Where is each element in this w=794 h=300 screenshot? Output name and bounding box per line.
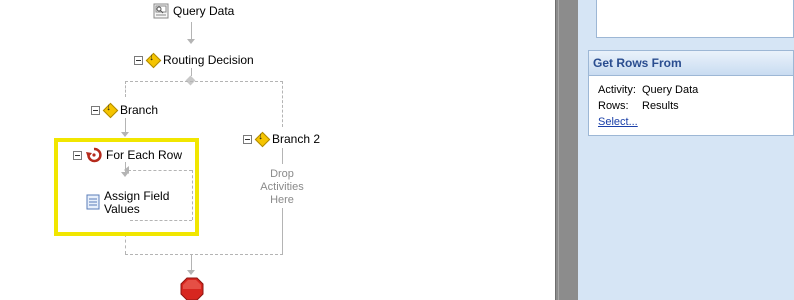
branch-merge-line xyxy=(125,254,283,255)
branch-icon xyxy=(104,102,116,116)
branch-split-line xyxy=(125,81,283,82)
selection-highlight xyxy=(54,138,199,236)
workflow-designer-canvas[interactable]: Query Data Routing Decision Branch Branc… xyxy=(0,0,555,300)
routing-decision-label: Routing Decision xyxy=(163,53,254,67)
activity-key: Activity: xyxy=(598,84,636,96)
stop-icon[interactable] xyxy=(180,277,204,300)
drop-text-line: Drop xyxy=(270,168,294,180)
rows-row: Rows: Results xyxy=(598,98,793,114)
connector-line xyxy=(125,81,126,97)
connector-arrow xyxy=(187,270,195,275)
query-data-label: Query Data xyxy=(173,4,235,18)
panel-splitter[interactable] xyxy=(555,0,579,300)
branch2-label: Branch 2 xyxy=(272,132,321,146)
collapse-routing-decision-icon[interactable] xyxy=(134,55,143,65)
connector-line xyxy=(282,208,283,254)
decision-icon xyxy=(147,52,159,66)
drop-text-line: Activities xyxy=(260,181,304,193)
connector-line xyxy=(191,22,192,40)
rows-key: Rows: xyxy=(598,100,629,112)
group-title: Get Rows From xyxy=(589,51,793,76)
connector-arrow xyxy=(121,132,129,137)
branch-activity[interactable]: Branch xyxy=(91,102,159,117)
get-rows-from-group: Get Rows From Activity: Query Data Rows:… xyxy=(588,50,794,136)
branch2-activity[interactable]: Branch 2 xyxy=(243,131,321,146)
splitter-line xyxy=(558,0,559,300)
connector-line xyxy=(282,81,283,127)
drop-text-line: Here xyxy=(270,194,294,206)
branch-icon xyxy=(256,131,268,145)
query-data-icon xyxy=(153,3,169,19)
routing-decision-activity[interactable]: Routing Decision xyxy=(134,52,254,67)
connector-line xyxy=(125,234,126,254)
activity-row: Activity: Query Data xyxy=(598,82,793,98)
panel-top-box xyxy=(596,0,794,38)
connector-arrow xyxy=(187,39,195,44)
properties-panel: Get Rows From Activity: Query Data Rows:… xyxy=(578,0,794,300)
connector-line xyxy=(191,68,192,76)
activity-value: Query Data xyxy=(642,84,699,96)
branch-label: Branch xyxy=(120,103,159,117)
query-data-activity[interactable]: Query Data xyxy=(153,3,234,19)
select-link[interactable]: Select... xyxy=(598,114,638,130)
collapse-branch2-icon[interactable] xyxy=(243,134,252,144)
drop-activities-placeholder[interactable]: Drop Activities Here xyxy=(252,168,312,207)
collapse-branch-icon[interactable] xyxy=(91,105,100,115)
connector-line xyxy=(282,148,283,164)
rows-value: Results xyxy=(642,100,679,112)
